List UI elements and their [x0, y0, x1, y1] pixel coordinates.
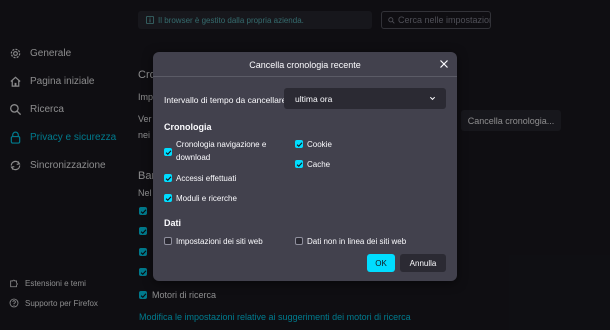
time-range-label: Intervallo di tempo da cancellare:: [164, 95, 289, 105]
option-active-logins[interactable]: Accessi effettuati: [164, 172, 236, 185]
checkbox-checked[interactable]: [295, 160, 303, 168]
checkbox-unchecked[interactable]: [164, 237, 172, 245]
data-section-heading: Dati: [164, 218, 182, 228]
checkbox-checked[interactable]: [164, 174, 172, 182]
chevron-down-icon: [429, 96, 436, 101]
history-section-heading: Cronologia: [164, 122, 212, 132]
option-cookies[interactable]: Cookie: [295, 138, 332, 151]
dialog-divider: [153, 76, 457, 77]
option-label: Dati non in linea dei siti web: [307, 237, 407, 246]
ok-button[interactable]: OK: [367, 254, 395, 272]
close-icon[interactable]: [438, 58, 450, 70]
time-range-value: ultima ora: [295, 93, 333, 104]
dialog-title: Cancella cronologia recente: [249, 60, 361, 70]
time-range-select[interactable]: ultima ora: [284, 88, 446, 109]
option-label: Impostazioni dei siti web: [176, 237, 263, 246]
option-form-search[interactable]: Moduli e ricerche: [164, 192, 237, 205]
checkbox-checked[interactable]: [295, 140, 303, 148]
option-label: Cronologia navigazione e download: [176, 140, 267, 162]
checkbox-checked[interactable]: [164, 194, 172, 202]
option-offline-data[interactable]: Dati non in linea dei siti web: [295, 235, 406, 248]
option-label: Moduli e ricerche: [176, 194, 237, 203]
option-cache[interactable]: Cache: [295, 158, 330, 171]
checkbox-unchecked[interactable]: [295, 237, 303, 245]
option-browsing-history[interactable]: Cronologia navigazione e download: [164, 138, 280, 164]
option-site-preferences[interactable]: Impostazioni dei siti web: [164, 235, 263, 248]
checkbox-checked[interactable]: [164, 148, 172, 156]
option-label: Cache: [307, 160, 331, 169]
cancel-button[interactable]: Annulla: [400, 254, 446, 272]
option-label: Cookie: [307, 140, 332, 149]
option-label: Accessi effettuati: [176, 174, 237, 183]
clear-history-dialog: Cancella cronologia recente Intervallo d…: [153, 52, 457, 281]
